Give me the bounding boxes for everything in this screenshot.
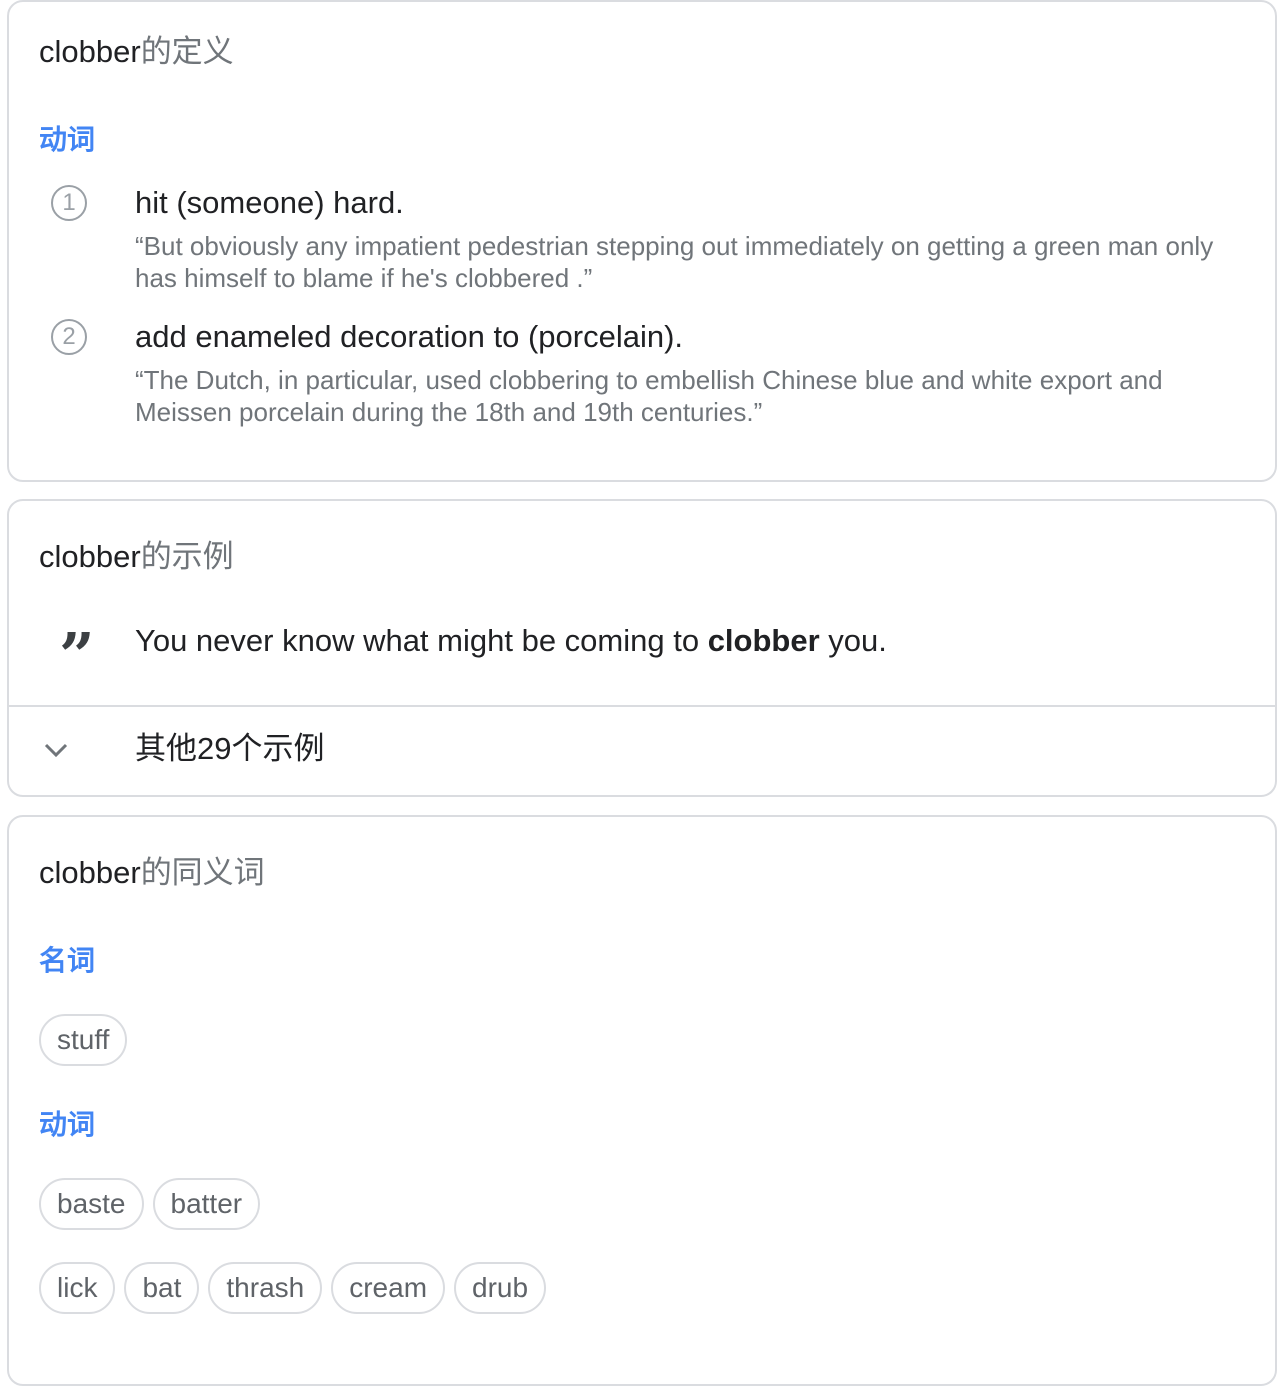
title-suffix: 的同义词 — [140, 855, 265, 890]
synonym-chip[interactable]: thrash — [208, 1262, 323, 1314]
more-examples-button[interactable]: 其他29个示例 — [9, 707, 1275, 795]
quote-icon: ” — [59, 619, 95, 692]
sense-definition: hit (someone) hard. — [135, 185, 404, 220]
synonym-chip[interactable]: drub — [454, 1262, 547, 1314]
definitions-title: clobber的定义 — [39, 32, 234, 72]
synonym-chip-row: lick bat thrash cream drub — [39, 1262, 547, 1314]
part-of-speech-label: 动词 — [39, 124, 96, 155]
part-of-speech-label: 动词 — [39, 1109, 96, 1140]
synonyms-card: clobber的同义词 名词 stuff 动词 baste batter lic… — [7, 815, 1277, 1386]
more-examples-label: 其他29个示例 — [135, 731, 325, 766]
examples-title: clobber的示例 — [39, 537, 234, 577]
title-suffix: 的定义 — [140, 34, 234, 69]
synonym-chip[interactable]: stuff — [39, 1014, 128, 1066]
synonym-chip-row: baste batter — [39, 1178, 261, 1230]
sense-example: “But obviously any impatient pedestrian … — [135, 231, 1214, 293]
definitions-card: clobber的定义 动词 1 hit (someone) hard. “But… — [7, 0, 1277, 482]
synonyms-title: clobber的同义词 — [39, 853, 265, 893]
title-word: clobber — [39, 855, 141, 890]
sense-number-badge: 2 — [51, 319, 87, 355]
synonym-chip[interactable]: batter — [152, 1178, 261, 1230]
synonym-chip[interactable]: baste — [39, 1178, 144, 1230]
sense-example: “The Dutch, in particular, used clobberi… — [135, 365, 1163, 427]
synonym-chip[interactable]: cream — [331, 1262, 446, 1314]
title-suffix: 的示例 — [140, 539, 234, 574]
sentence-after: you. — [819, 623, 887, 658]
part-of-speech-label: 名词 — [39, 945, 96, 976]
synonym-chip[interactable]: bat — [124, 1262, 200, 1314]
sentence-before: You never know what might be coming to — [135, 623, 708, 658]
examples-card: clobber的示例 ” You never know what might b… — [7, 499, 1277, 797]
synonym-chip-row: stuff — [39, 1014, 128, 1066]
synonym-chip[interactable]: lick — [39, 1262, 116, 1314]
sense-number-badge: 1 — [51, 185, 87, 221]
sentence-keyword: clobber — [707, 623, 820, 658]
title-word: clobber — [39, 34, 141, 69]
chevron-down-icon — [44, 743, 68, 758]
example-sentence: You never know what might be coming to c… — [135, 621, 887, 661]
title-word: clobber — [39, 539, 141, 574]
sense-definition: add enameled decoration to (porcelain). — [135, 319, 684, 354]
